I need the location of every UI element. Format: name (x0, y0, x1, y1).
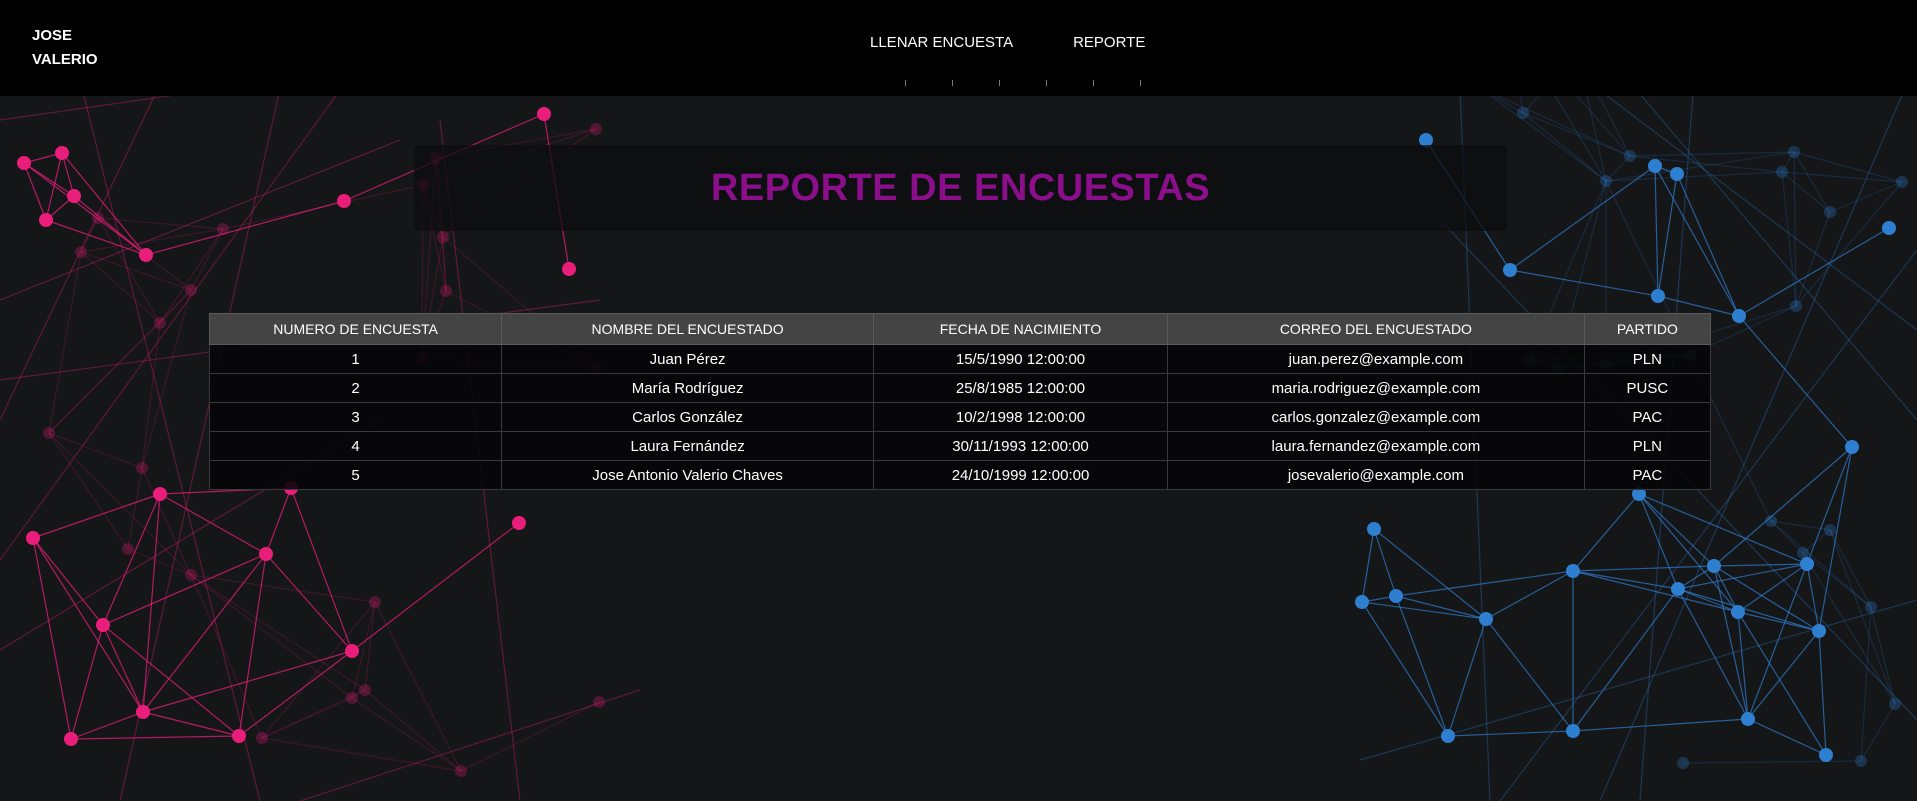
cell-partido: PLN (1583, 431, 1712, 461)
cell-fecha: 10/2/1998 12:00:00 (873, 402, 1168, 432)
cell-correo: laura.fernandez@example.com (1166, 431, 1585, 461)
cell-nombre: Juan Pérez (501, 344, 875, 374)
cell-partido: PUSC (1583, 373, 1712, 403)
brand-line-1: JOSE (32, 27, 73, 44)
cell-numero: 5 (208, 460, 503, 490)
cell-partido: PAC (1583, 402, 1712, 432)
nav-reporte[interactable]: REPORTE (1073, 34, 1145, 51)
survey-report-table: NUMERO DE ENCUESTA NOMBRE DEL ENCUESTADO… (208, 313, 1712, 490)
cell-fecha: 30/11/1993 12:00:00 (873, 431, 1168, 461)
title-panel: REPORTE DE ENCUESTAS (414, 145, 1507, 231)
cell-numero: 3 (208, 402, 503, 432)
cell-numero: 1 (208, 344, 503, 374)
cell-correo: carlos.gonzalez@example.com (1166, 402, 1585, 432)
table-row: 2 María Rodríguez 25/8/1985 12:00:00 mar… (208, 373, 1712, 403)
table-row: 5 Jose Antonio Valerio Chaves 24/10/1999… (208, 460, 1712, 490)
header-fecha-nacimiento: FECHA DE NACIMIENTO (873, 313, 1168, 345)
nav-llenar-encuesta[interactable]: LLENAR ENCUESTA (870, 34, 1013, 51)
cell-partido: PLN (1583, 344, 1712, 374)
header-correo-encuestado: CORREO DEL ENCUESTADO (1166, 313, 1585, 345)
cell-fecha: 24/10/1999 12:00:00 (873, 460, 1168, 490)
cell-partido: PAC (1583, 460, 1712, 490)
header-partido: PARTIDO (1583, 313, 1712, 345)
header-numero-encuesta: NUMERO DE ENCUESTA (208, 313, 503, 345)
header-nombre-encuestado: NOMBRE DEL ENCUESTADO (501, 313, 875, 345)
cell-nombre: María Rodríguez (501, 373, 875, 403)
brand-logo[interactable]: JOSE VALERIO (32, 24, 98, 72)
table-header-row: NUMERO DE ENCUESTA NOMBRE DEL ENCUESTADO… (208, 313, 1712, 345)
cell-numero: 4 (208, 431, 503, 461)
table-row: 3 Carlos González 10/2/1998 12:00:00 car… (208, 402, 1712, 432)
brand-line-2: VALERIO (32, 51, 98, 68)
cell-numero: 2 (208, 373, 503, 403)
cell-correo: juan.perez@example.com (1166, 344, 1585, 374)
cell-fecha: 15/5/1990 12:00:00 (873, 344, 1168, 374)
page-title: REPORTE DE ENCUESTAS (710, 166, 1211, 209)
cell-nombre: Laura Fernández (501, 431, 875, 461)
cell-correo: josevalerio@example.com (1166, 460, 1585, 490)
table-row: 1 Juan Pérez 15/5/1990 12:00:00 juan.per… (208, 344, 1712, 374)
cell-fecha: 25/8/1985 12:00:00 (873, 373, 1168, 403)
table-row: 4 Laura Fernández 30/11/1993 12:00:00 la… (208, 431, 1712, 461)
nav-divider-ticks (905, 80, 1141, 86)
cell-correo: maria.rodriguez@example.com (1166, 373, 1585, 403)
top-navbar: JOSE VALERIO LLENAR ENCUESTA REPORTE (0, 0, 1917, 96)
cell-nombre: Jose Antonio Valerio Chaves (501, 460, 875, 490)
main-nav: LLENAR ENCUESTA REPORTE (870, 34, 1145, 51)
cell-nombre: Carlos González (501, 402, 875, 432)
